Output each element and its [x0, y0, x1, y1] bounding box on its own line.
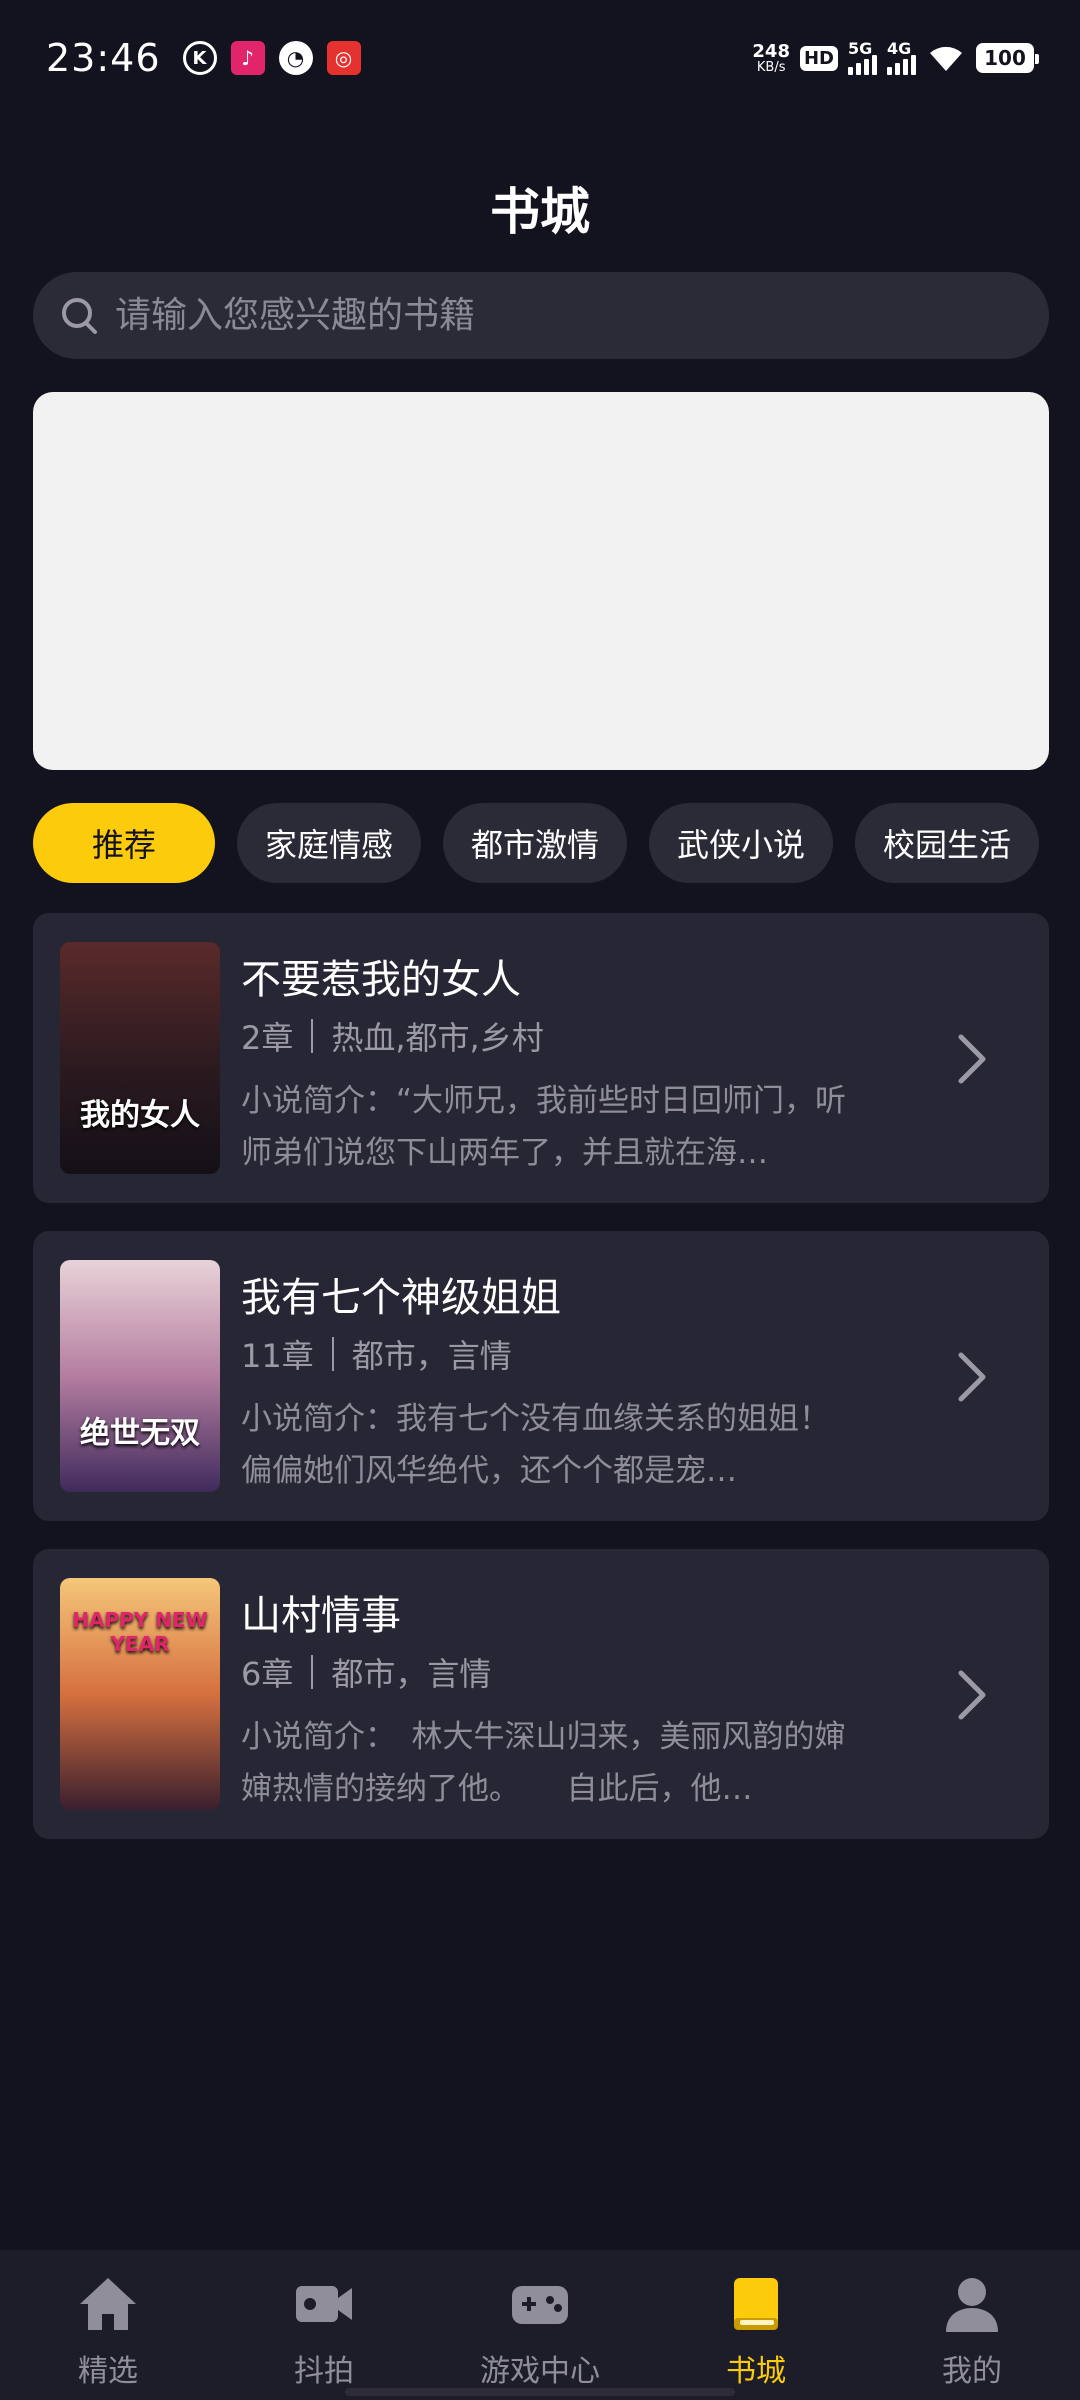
- network-speed: 248 KB/s: [752, 40, 790, 75]
- speed-icon: ◔: [278, 41, 313, 75]
- nav-item-video[interactable]: 抖拍: [216, 2250, 432, 2400]
- bottom-nav: 精选 抖拍 游戏中心 书城 我的: [0, 2250, 1080, 2400]
- nav-label: 抖拍: [294, 2354, 354, 2389]
- signal-4g-label: 4G: [887, 39, 912, 58]
- book-title: 不要惹我的女人: [241, 957, 521, 1003]
- book-description: 小说简介：我有七个没有血缘关系的姐姐！偏偏她们风华绝代，还个个都是宠…: [241, 1401, 830, 1489]
- network-speed-value: 248: [752, 40, 790, 62]
- book-chapters: 6章: [241, 1655, 294, 1693]
- tab-campus-life[interactable]: 校园生活: [855, 803, 1040, 883]
- book-cover: HAPPY NEW YEAR: [60, 1578, 220, 1810]
- chevron-right-icon: [958, 1670, 986, 1720]
- nav-item-bookstore[interactable]: 书城: [648, 2250, 864, 2400]
- book-description: 小说简介： 林大牛深山归来，美丽风韵的婶婶热情的接纳了他。 自此后，他…: [241, 1719, 846, 1807]
- nav-label: 书城: [726, 2354, 786, 2389]
- book-meta: 2章 热血,都市,乡村: [241, 1013, 544, 1059]
- status-left: 23:46 K ♪ ◔ ◎: [46, 36, 361, 80]
- meta-divider: [311, 1655, 314, 1689]
- book-chapters: 11章: [241, 1337, 314, 1375]
- search-input[interactable]: [115, 295, 1049, 336]
- meta-divider: [331, 1337, 334, 1371]
- hd-icon: HD: [799, 45, 838, 71]
- nav-label: 游戏中心: [480, 2354, 600, 2389]
- book-cover-title: HAPPY NEW YEAR: [72, 1608, 208, 1656]
- book-card[interactable]: 绝世无双 我有七个神级姐姐 11章 都市，言情 小说简介：我有七个没有血缘关系的…: [33, 1231, 1049, 1521]
- nav-item-game-center[interactable]: 游戏中心: [432, 2250, 648, 2400]
- gamepad-icon: [512, 2286, 568, 2324]
- book-title: 我有七个神级姐姐: [241, 1275, 561, 1321]
- tab-urban-passion[interactable]: 都市激情: [443, 803, 628, 883]
- book-meta: 6章 都市，言情: [241, 1649, 491, 1695]
- network-speed-unit: KB/s: [756, 59, 786, 75]
- meta-divider: [311, 1019, 314, 1053]
- book-tags: 热血,都市,乡村: [331, 1019, 544, 1057]
- book-description: 小说简介：“大师兄，我前些时日回师门，听师弟们说您下山两年了，并且就在海…: [241, 1083, 847, 1171]
- wifi-icon: [930, 46, 962, 71]
- status-time: 23:46: [46, 36, 161, 80]
- book-chapters: 2章: [241, 1019, 294, 1057]
- signal-5g-label: 5G: [848, 39, 873, 58]
- book-icon: [734, 2278, 778, 2330]
- nav-label: 我的: [942, 2354, 1002, 2389]
- app-notification-icon: ◎: [326, 41, 361, 75]
- book-cover: 我的女人: [60, 942, 220, 1174]
- book-card[interactable]: 我的女人 不要惹我的女人 2章 热血,都市,乡村 小说简介：“大师兄，我前些时日…: [33, 913, 1049, 1203]
- book-card[interactable]: HAPPY NEW YEAR 山村情事 6章 都市，言情 小说简介： 林大牛深山…: [33, 1549, 1049, 1839]
- battery-icon: 100: [976, 43, 1039, 73]
- book-cover: 绝世无双: [60, 1260, 220, 1492]
- banner-carousel[interactable]: [33, 392, 1049, 770]
- tab-recommended[interactable]: 推荐: [33, 803, 215, 883]
- status-bar: 23:46 K ♪ ◔ ◎ 248 KB/s HD 5G 4G 100: [0, 0, 1080, 116]
- book-meta: 11章 都市，言情: [241, 1331, 512, 1377]
- tab-martial-arts[interactable]: 武侠小说: [649, 803, 834, 883]
- chevron-right-icon: [958, 1352, 986, 1402]
- signal-4g-icon: 4G: [887, 39, 916, 75]
- nav-item-profile[interactable]: 我的: [864, 2250, 1080, 2400]
- category-tabs: 推荐 家庭情感 都市激情 武侠小说 校园生活: [33, 803, 1080, 883]
- k-app-icon: K: [182, 41, 217, 75]
- user-icon: [946, 2278, 998, 2332]
- home-indicator[interactable]: [345, 2388, 735, 2396]
- signal-5g-icon: 5G: [848, 39, 877, 75]
- search-icon: [62, 297, 97, 334]
- tab-family-emotion[interactable]: 家庭情感: [237, 803, 422, 883]
- nav-label: 精选: [78, 2354, 138, 2389]
- book-cover-title: 绝世无双: [80, 1416, 200, 1451]
- book-tags: 都市，言情: [331, 1655, 492, 1693]
- search-bar[interactable]: [33, 272, 1049, 359]
- status-right: 248 KB/s HD 5G 4G 100: [752, 39, 1039, 75]
- book-tags: 都市，言情: [351, 1337, 512, 1375]
- video-camera-icon: [296, 2286, 352, 2322]
- nav-item-featured[interactable]: 精选: [0, 2250, 216, 2400]
- page-title: 书城: [490, 183, 590, 241]
- tiktok-icon: ♪: [230, 41, 265, 75]
- chevron-right-icon: [958, 1034, 986, 1084]
- home-icon: [80, 2278, 136, 2330]
- book-title: 山村情事: [241, 1593, 401, 1639]
- book-cover-title: 我的女人: [80, 1098, 200, 1133]
